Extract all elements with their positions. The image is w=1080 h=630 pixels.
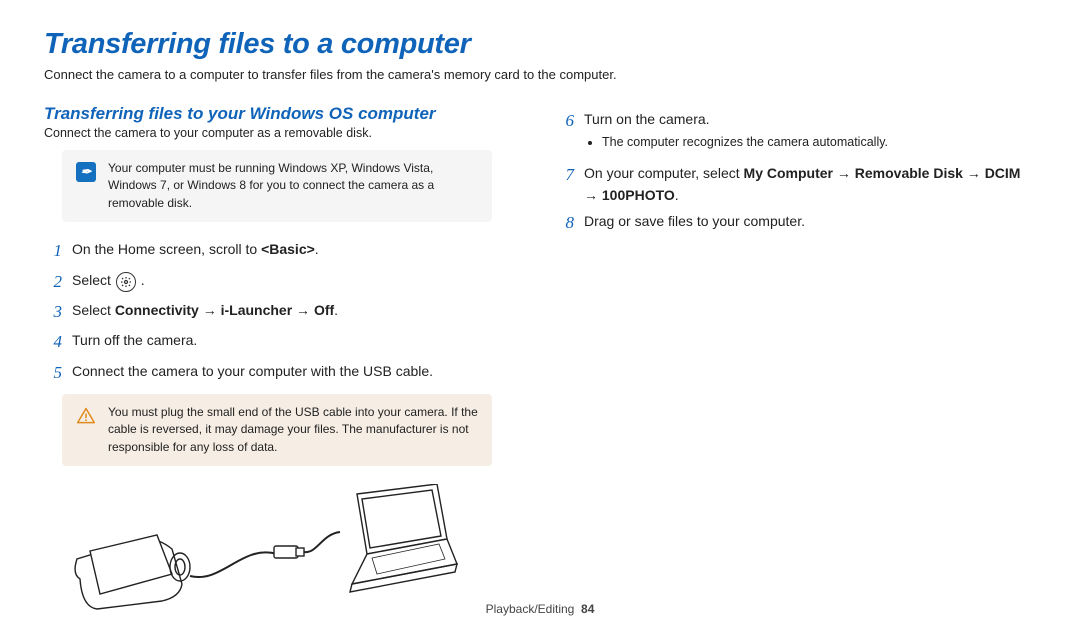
sub-bullets: The computer recognizes the camera autom… xyxy=(602,133,1036,152)
text: . xyxy=(334,302,338,318)
step-body: On the Home screen, scroll to <Basic>. xyxy=(72,238,524,261)
warning-text: You must plug the small end of the USB c… xyxy=(108,404,478,456)
left-column: Transferring files to your Windows OS co… xyxy=(44,104,524,629)
step-number: 3 xyxy=(44,299,62,325)
settings-gear-icon xyxy=(116,272,136,292)
bold-text: <Basic> xyxy=(261,241,315,257)
text: Select xyxy=(72,302,115,318)
step-body: On your computer, select My Computer → R… xyxy=(584,162,1036,206)
step-number: 5 xyxy=(44,360,62,386)
text: Select xyxy=(72,272,115,288)
step-number: 6 xyxy=(556,108,574,134)
step-body: Drag or save files to your computer. xyxy=(584,210,1036,233)
step-body: Connect the camera to your computer with… xyxy=(72,360,524,383)
step-3: 3 Select Connectivity → i-Launcher → Off… xyxy=(44,299,524,325)
text: . xyxy=(137,272,145,288)
section-title: Transferring files to your Windows OS co… xyxy=(44,104,524,124)
right-column: 6 Turn on the camera. The computer recog… xyxy=(556,104,1036,629)
intro-text: Connect the camera to a computer to tran… xyxy=(44,67,1036,82)
text: . xyxy=(675,187,679,203)
step-1: 1 On the Home screen, scroll to <Basic>. xyxy=(44,238,524,264)
footer-section: Playback/Editing xyxy=(486,602,575,616)
info-note-text: Your computer must be running Windows XP… xyxy=(108,160,478,212)
step-body: Turn off the camera. xyxy=(72,329,524,352)
step-6: 6 Turn on the camera. The computer recog… xyxy=(556,108,1036,158)
page-title: Transferring files to a computer xyxy=(44,28,1036,61)
bold-text: Connectivity → i-Launcher → Off xyxy=(115,302,334,318)
step-body: Select . xyxy=(72,269,524,292)
info-icon: ✒ xyxy=(76,162,96,182)
step-number: 8 xyxy=(556,210,574,236)
step-number: 1 xyxy=(44,238,62,264)
text: Turn on the camera. xyxy=(584,111,710,127)
step-number: 2 xyxy=(44,269,62,295)
page-footer: Playback/Editing 84 xyxy=(0,602,1080,616)
step-5: 5 Connect the camera to your computer wi… xyxy=(44,360,524,386)
two-column-layout: Transferring files to your Windows OS co… xyxy=(44,104,1036,629)
step-number: 4 xyxy=(44,329,62,355)
step-8: 8 Drag or save files to your computer. xyxy=(556,210,1036,236)
step-4: 4 Turn off the camera. xyxy=(44,329,524,355)
warning-note: You must plug the small end of the USB c… xyxy=(62,394,492,466)
text: . xyxy=(315,241,319,257)
steps-left: 1 On the Home screen, scroll to <Basic>.… xyxy=(44,238,524,386)
info-note: ✒ Your computer must be running Windows … xyxy=(62,150,492,222)
page-root: Transferring files to a computer Connect… xyxy=(0,0,1080,630)
text: On the Home screen, scroll to xyxy=(72,241,261,257)
step-7: 7 On your computer, select My Computer →… xyxy=(556,162,1036,206)
section-sub: Connect the camera to your computer as a… xyxy=(44,126,524,140)
step-body: Select Connectivity → i-Launcher → Off. xyxy=(72,299,524,322)
step-number: 7 xyxy=(556,162,574,188)
steps-right: 6 Turn on the camera. The computer recog… xyxy=(556,108,1036,237)
step-2: 2 Select . xyxy=(44,269,524,295)
warning-icon xyxy=(76,406,96,426)
step-body: Turn on the camera. The computer recogni… xyxy=(584,108,1036,158)
text: On your computer, select xyxy=(584,165,744,181)
footer-page-number: 84 xyxy=(581,602,594,616)
sub-bullet-item: The computer recognizes the camera autom… xyxy=(602,133,1036,152)
